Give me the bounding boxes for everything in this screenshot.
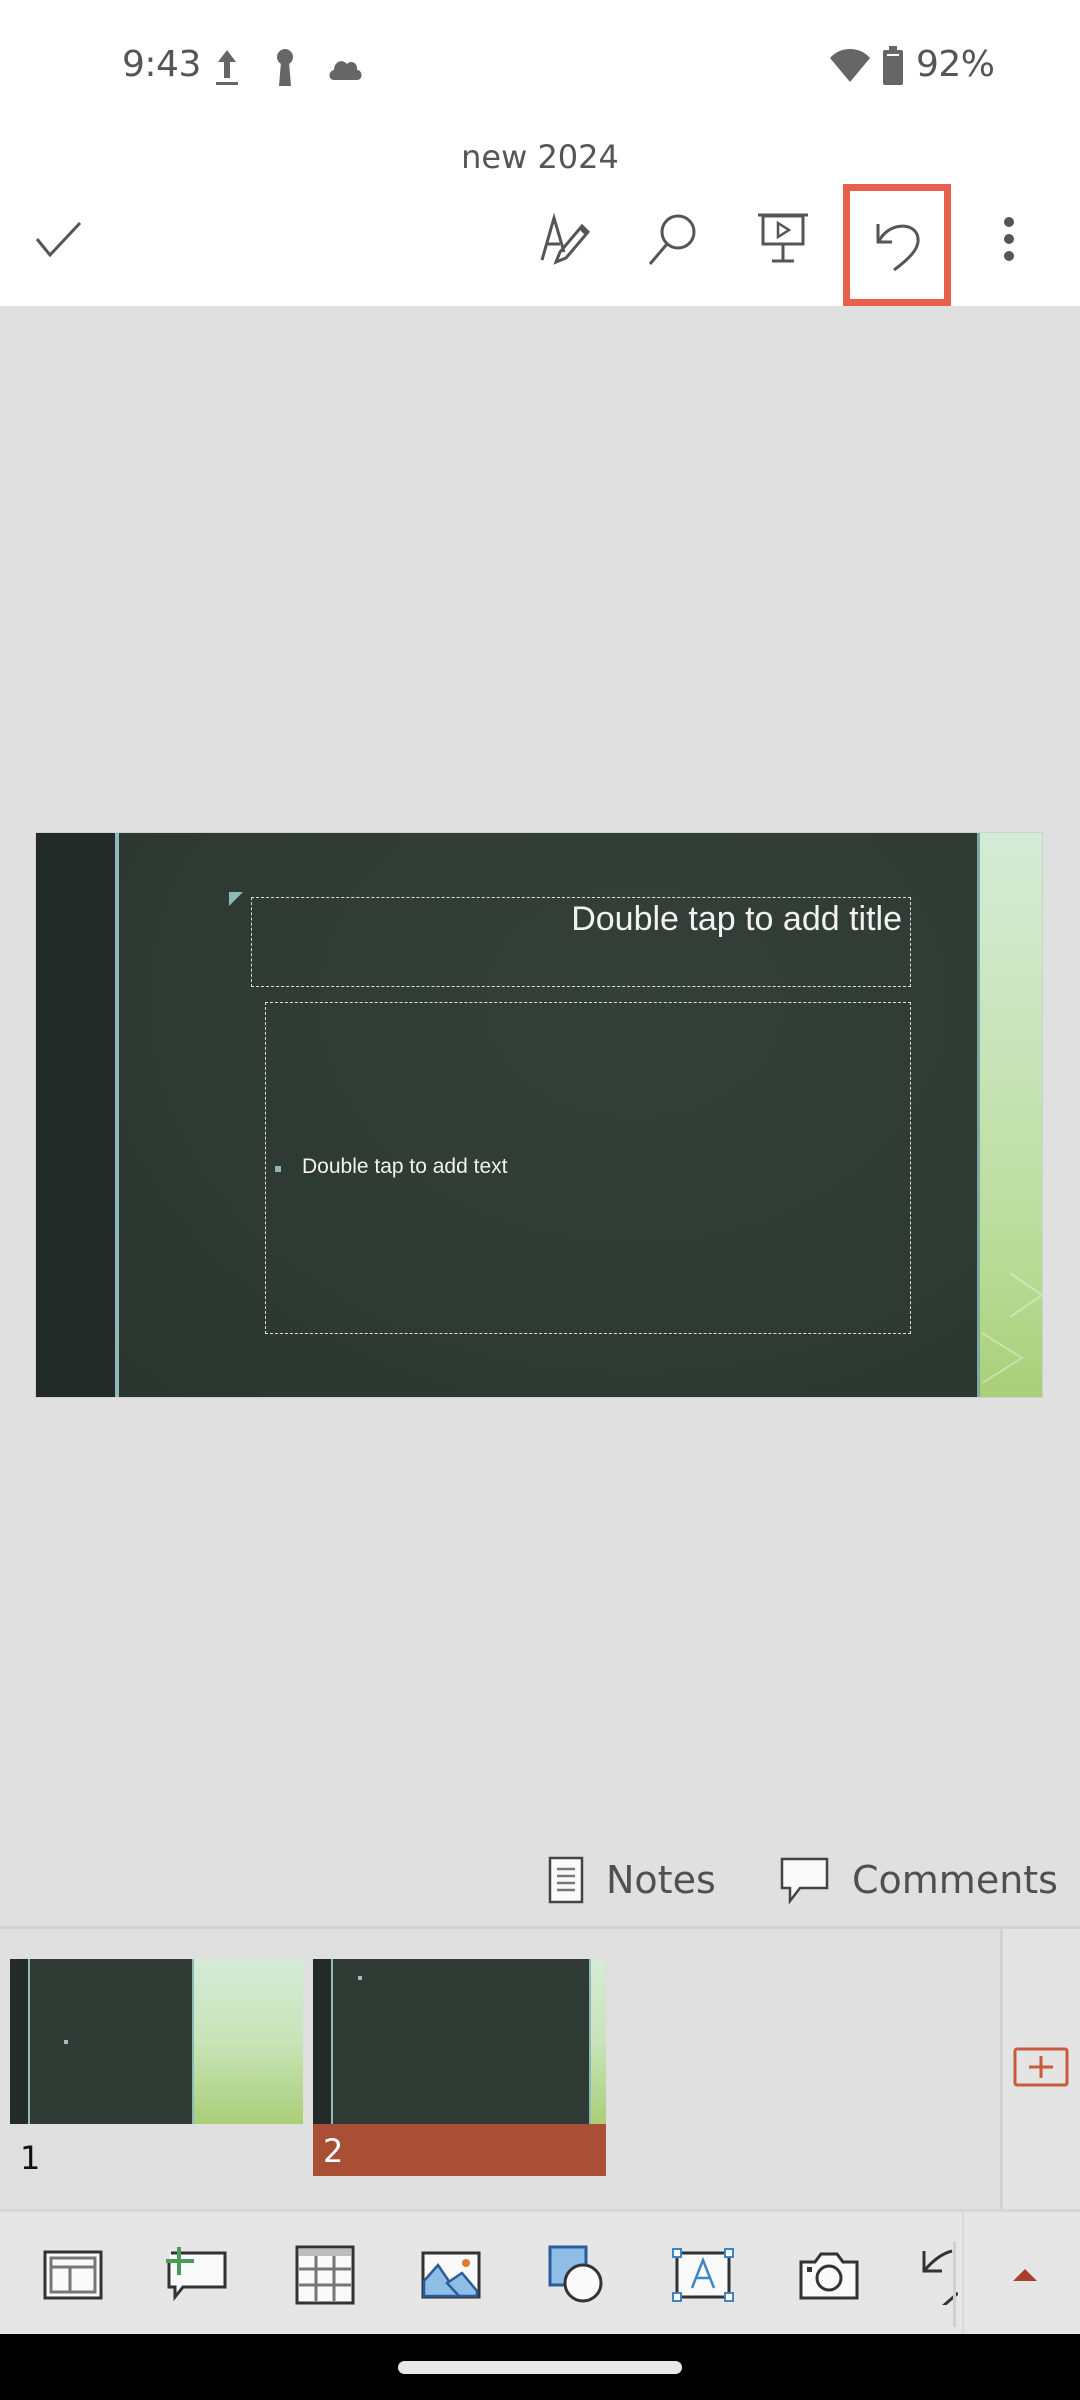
- thumb-background: [30, 1959, 192, 2124]
- status-time: 9:43: [122, 44, 201, 85]
- shapes-button[interactable]: [542, 2240, 612, 2310]
- thumb-green-band: [194, 1959, 303, 2124]
- add-slide-button[interactable]: [1012, 2046, 1070, 2088]
- comments-button[interactable]: Comments: [780, 1850, 1058, 1910]
- battery-icon: [882, 46, 904, 91]
- body-placeholder[interactable]: Double tap to add text: [265, 1002, 911, 1334]
- checkmark-icon: [35, 221, 82, 258]
- table-icon: [295, 2245, 355, 2305]
- picture-button[interactable]: [416, 2240, 486, 2310]
- done-button[interactable]: [14, 184, 104, 294]
- search-icon: [648, 214, 696, 265]
- expand-toolbar-button[interactable]: [990, 2240, 1060, 2310]
- document-title[interactable]: new 2024: [0, 138, 1080, 176]
- thumb-marker: [64, 2040, 68, 2044]
- bullet-icon: [275, 1166, 281, 1172]
- more-options-button[interactable]: [964, 184, 1054, 294]
- text-box-button[interactable]: [668, 2240, 738, 2310]
- notes-button[interactable]: Notes: [548, 1850, 716, 1910]
- table-button[interactable]: [290, 2240, 360, 2310]
- slide-thumbnails-panel: 1 2: [0, 1926, 1080, 2209]
- expand-up-icon: [1013, 2269, 1037, 2281]
- slide-thumbnail-1[interactable]: [10, 1959, 303, 2124]
- comments-label: Comments: [852, 1858, 1058, 1902]
- slide-green-band: [980, 833, 1042, 1397]
- text-box-icon: [672, 2248, 734, 2302]
- camera-button[interactable]: [794, 2240, 864, 2310]
- draw-button[interactable]: [520, 184, 610, 294]
- selected-slide-indicator: 2: [313, 2124, 606, 2176]
- current-slide[interactable]: Double tap to add title Double tap to ad…: [35, 832, 1043, 1398]
- undo-icon: [876, 224, 920, 272]
- add-slide-icon: [1013, 2047, 1069, 2087]
- thumb-left-band: [10, 1959, 28, 2124]
- picture-icon: [421, 2251, 481, 2299]
- thumb-background: [333, 1959, 589, 2124]
- title-corner-marker: [229, 892, 243, 906]
- ink-icon: [922, 2249, 958, 2305]
- add-slide-panel: [1000, 1929, 1080, 2209]
- keyhole-icon: [272, 48, 298, 93]
- more-vertical-icon: [1004, 217, 1014, 261]
- layout-button[interactable]: [38, 2240, 108, 2310]
- slide-left-band: [36, 833, 115, 1397]
- slide-thumbnail-2[interactable]: [313, 1959, 606, 2124]
- body-placeholder-text: Double tap to add text: [302, 1155, 508, 1178]
- notes-comments-bar: Notes Comments: [0, 1836, 1080, 1926]
- draw-pen-icon: [540, 212, 591, 265]
- new-comment-button[interactable]: [162, 2240, 232, 2310]
- notes-label: Notes: [606, 1858, 716, 1902]
- slide-number-2: 2: [323, 2132, 344, 2170]
- home-gesture-handle[interactable]: [398, 2361, 682, 2374]
- slide-number-1: 1: [20, 2139, 41, 2177]
- upload-icon: [212, 48, 242, 93]
- wifi-icon: [828, 48, 872, 89]
- title-placeholder-text: Double tap to add title: [571, 900, 902, 938]
- system-navigation-bar: [0, 2334, 1080, 2400]
- notes-icon: [548, 1856, 584, 1904]
- camera-icon: [799, 2252, 859, 2300]
- app-header: new 2024: [0, 130, 1080, 306]
- battery-percent: 92%: [916, 44, 995, 85]
- shapes-icon: [548, 2245, 603, 2303]
- undo-button[interactable]: [843, 184, 951, 306]
- insert-toolbar: [0, 2209, 1080, 2337]
- comments-icon: [780, 1857, 829, 1904]
- title-placeholder[interactable]: Double tap to add title: [251, 897, 911, 987]
- present-button[interactable]: [738, 184, 828, 294]
- layout-icon: [43, 2250, 103, 2300]
- toolbar-scrollbar[interactable]: [953, 2242, 956, 2327]
- thumb-green-band: [591, 1959, 606, 2124]
- thumb-marker: [358, 1976, 362, 1980]
- present-icon: [758, 213, 808, 263]
- toolbar-divider: [962, 2212, 964, 2337]
- cloud-icon: [326, 54, 364, 87]
- new-comment-icon: [166, 2247, 227, 2302]
- search-button[interactable]: [628, 184, 718, 294]
- thumb-left-band: [313, 1959, 331, 2124]
- status-bar: 9:43 92%: [0, 0, 1080, 130]
